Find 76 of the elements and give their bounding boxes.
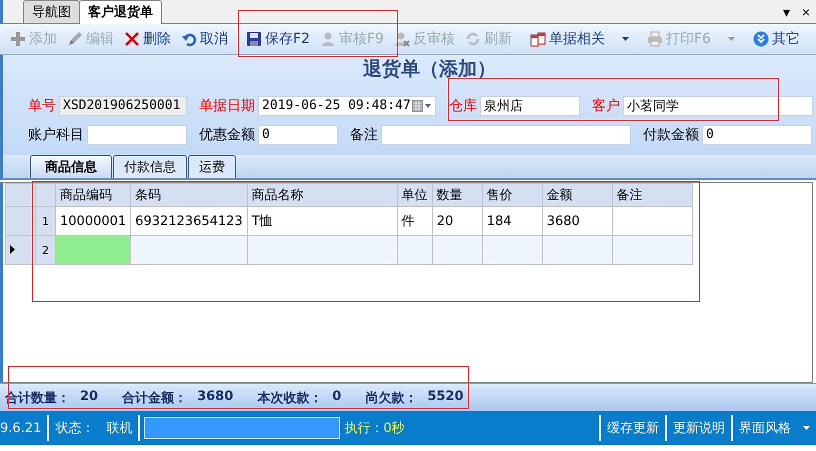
input-field[interactable] <box>381 124 631 144</box>
column-header: 数量 <box>432 184 482 206</box>
table-cell[interactable] <box>130 236 248 264</box>
column-header: 备注 <box>612 184 692 206</box>
chevron-circle-icon <box>752 31 769 47</box>
person-remove-icon <box>394 31 410 47</box>
document-tab[interactable]: 导航图 <box>23 0 80 23</box>
field-label: 备注 <box>350 126 378 144</box>
field-label: 账户科目 <box>28 126 84 144</box>
table-cell[interactable] <box>247 236 398 264</box>
caret-icon <box>622 37 629 41</box>
toolbar-button[interactable]: 其它 <box>748 28 816 50</box>
table-cell[interactable] <box>432 236 482 264</box>
document-tab[interactable]: 客户退货单 <box>79 0 162 24</box>
row-number: 1 <box>36 206 56 236</box>
field-label: 单据日期 <box>199 96 255 114</box>
undo-icon <box>181 31 197 47</box>
calendar-dropdown-icon <box>412 100 432 112</box>
input-field[interactable] <box>87 124 187 144</box>
detail-tab[interactable]: 付款信息 <box>113 155 187 178</box>
close-button[interactable]: × <box>796 4 816 20</box>
detail-tab[interactable]: 运费 <box>188 155 236 178</box>
caret-icon <box>728 37 735 41</box>
plus-icon <box>10 31 26 47</box>
total-value: 5520 <box>427 388 464 406</box>
toolbar-button[interactable]: 取消 <box>177 28 232 50</box>
column-header: 条码 <box>130 184 248 206</box>
field-label: 付款金额 <box>643 126 699 144</box>
caret-icon <box>803 426 810 430</box>
total-value: 0 <box>332 388 342 406</box>
toolbar-button[interactable]: 单据相关 <box>526 28 633 50</box>
floppy-icon <box>246 31 262 47</box>
row-number: 2 <box>36 236 56 264</box>
table-cell[interactable] <box>612 236 692 264</box>
table-cell[interactable] <box>56 236 131 264</box>
input-field[interactable]: 0 <box>702 124 812 144</box>
total-label: 尚欠款： <box>365 390 418 406</box>
pencil-icon <box>67 31 83 47</box>
form-title: 退货单（添加） <box>362 57 497 82</box>
tab-menu-button[interactable]: ▾ <box>776 4 796 20</box>
detail-tab[interactable]: 商品信息 <box>30 155 112 178</box>
table-cell[interactable] <box>397 236 432 264</box>
total-label: 合计金额： <box>122 390 188 406</box>
field-label: 仓库 <box>449 96 477 114</box>
status-value: 联机 <box>106 420 132 437</box>
calendar-pages-icon <box>530 31 546 47</box>
column-header: 售价 <box>482 184 542 206</box>
refresh-icon <box>464 31 481 47</box>
input-field[interactable]: 小茗同学 <box>623 96 813 116</box>
execution-time: 执行：0秒 <box>344 420 406 437</box>
field-label: 单号 <box>28 96 56 114</box>
total-value: 3680 <box>197 388 234 406</box>
column-header: 金额 <box>542 184 612 206</box>
column-header: 商品编码 <box>56 184 131 206</box>
input-field[interactable]: 泉州店 <box>480 96 580 116</box>
delete-icon <box>124 31 140 47</box>
column-header: 商品名称 <box>247 184 398 206</box>
total-value: 20 <box>80 388 98 406</box>
printer-icon <box>646 31 663 47</box>
input-field[interactable]: XSD201906250001 <box>59 96 187 116</box>
status-button[interactable]: 界面风格 <box>731 415 816 441</box>
toolbar-button[interactable]: 保存F2 <box>242 28 314 50</box>
status-label: 状态： <box>55 420 94 437</box>
table-cell[interactable] <box>482 236 542 264</box>
input-field[interactable]: 0 <box>258 124 338 144</box>
status-button[interactable]: 更新说明 <box>665 415 731 441</box>
date-field[interactable]: 2019-06-25 09:48:47 <box>258 96 436 116</box>
status-button[interactable]: 缓存更新 <box>599 415 665 441</box>
toolbar-button[interactable]: 删除 <box>120 28 175 50</box>
field-label: 客户 <box>592 96 620 114</box>
version-text: 9.6.21 <box>0 420 42 436</box>
total-label: 本次收款： <box>257 390 322 406</box>
person-icon <box>320 31 336 47</box>
field-label: 优惠金额 <box>199 126 255 144</box>
table-cell[interactable] <box>542 236 612 264</box>
column-header: 单位 <box>397 184 432 206</box>
